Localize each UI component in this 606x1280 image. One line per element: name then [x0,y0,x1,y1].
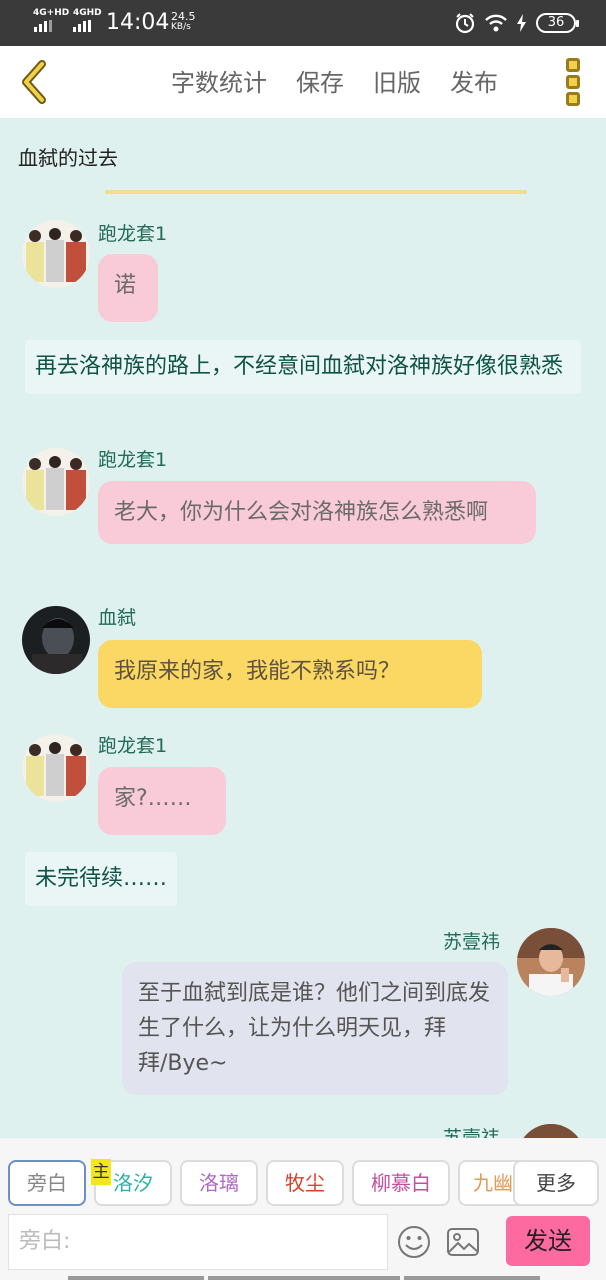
old-version-button[interactable]: 旧版 [373,66,421,100]
message-bubble[interactable]: 我原来的家，我能不熟系吗？ [98,640,482,708]
message-bubble[interactable]: 至于血弑到底是谁？他们之间到底发生了什么，让为什么明天见，拜拜/Bye~ [122,962,508,1095]
image-icon[interactable] [446,1226,480,1258]
header-actions: 字数统计 保存 旧版 发布 [171,66,498,100]
status-icons: 36 [454,12,579,34]
emoji-icon[interactable] [397,1225,431,1259]
signal-icon [73,20,91,32]
nav-bar-segment [404,1276,540,1280]
main-role-badge: 主 [91,1159,111,1185]
speaker-name: 跑龙套1 [98,735,168,757]
chevron-left-icon[interactable] [18,60,52,104]
charging-icon [517,14,526,32]
battery-indicator: 36 [536,13,579,33]
message-bubble[interactable]: 诺 [98,254,158,322]
nav-bar-segment [68,1276,204,1280]
story-title: 血弑的过去 [18,146,118,170]
avatar-paolongtao[interactable] [22,448,90,516]
network-speed: 24.5 KB/s [171,10,196,32]
speaker-name: 苏壹祎 [443,931,501,953]
save-button[interactable]: 保存 [296,66,344,100]
nav-bar-segment [208,1276,400,1280]
network-indicator-1: 4G+HD [33,8,70,18]
message-bubble[interactable]: 老大，你为什么会对洛神族怎么熟悉啊 [98,481,536,544]
role-chip[interactable]: 牧尘 [266,1160,344,1206]
avatar-paolongtao[interactable] [22,220,90,288]
chat-area[interactable]: 血弑的过去 跑龙套1 诺 再去洛神族的路上，不经意间血弑对洛神族好像很熟悉 跑龙… [0,118,606,1138]
avatar-paolongtao[interactable] [22,734,90,802]
more-roles-button[interactable]: 更多 [513,1160,599,1206]
speaker-name: 跑龙套1 [98,449,168,471]
wifi-icon [485,14,507,32]
clock: 14:04 [106,10,170,35]
avatar-suyiwei[interactable] [517,928,585,996]
send-button[interactable]: 发送 [506,1216,590,1266]
avatar-xueshi[interactable] [22,606,90,674]
role-chip[interactable]: 洛璃 [180,1160,258,1206]
speaker-name: 血弑 [98,607,137,629]
narration-block[interactable]: 再去洛神族的路上，不经意间血弑对洛神族好像很熟悉 [25,340,581,394]
alarm-icon [455,13,475,34]
more-menu-icon[interactable] [566,58,582,106]
status-bar: 4G+HD 4GHD 14:04 24.5 KB/s 36 [0,0,606,46]
role-chip[interactable]: 柳慕白 [352,1160,450,1206]
network-indicator-2: 4GHD [73,8,102,18]
composer: 旁白 洛汐 洛璃 牧尘 柳慕白 九幽 更多 主 旁白: 发送 [0,1138,606,1280]
signal-icon [34,20,52,32]
word-count-button[interactable]: 字数统计 [171,66,267,100]
message-input[interactable]: 旁白: [8,1214,388,1270]
editor-header: 字数统计 保存 旧版 发布 [0,46,606,118]
narration-block[interactable]: 未完待续…… [25,852,178,906]
role-chip-narrator[interactable]: 旁白 [8,1160,86,1206]
publish-button[interactable]: 发布 [450,66,498,100]
title-divider [105,190,527,194]
avatar-suyiwei[interactable] [517,1124,585,1138]
message-bubble[interactable]: 家?…… [98,767,226,835]
speaker-name: 苏壹祎 [443,1127,501,1138]
speaker-name: 跑龙套1 [98,223,168,245]
